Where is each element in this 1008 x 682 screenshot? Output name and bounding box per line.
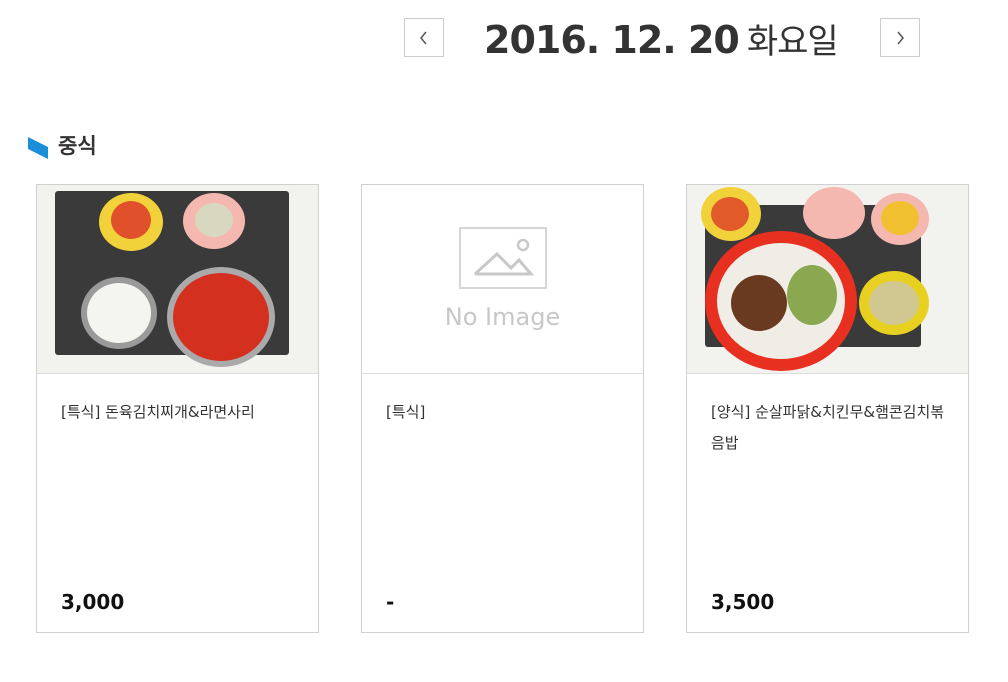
menu-price: 3,000 <box>61 590 125 614</box>
no-image-label: No Image <box>444 303 561 331</box>
chevron-right-icon <box>897 31 904 44</box>
menu-card[interactable]: No Image [특식] - <box>361 184 644 633</box>
menu-title: [양식] 순살파닭&치킨무&햄콘김치볶음밥 <box>711 403 945 452</box>
prev-day-button[interactable] <box>404 18 444 57</box>
date-display: 2016. 12. 20 화요일 <box>484 14 839 63</box>
section-marker-icon <box>28 137 48 159</box>
food-photo <box>37 185 318 374</box>
menu-title: [특식] 돈육김치찌개&라면사리 <box>61 403 255 421</box>
weekday-text: 화요일 <box>746 22 839 62</box>
menu-card[interactable]: [특식] 돈육김치찌개&라면사리 3,000 <box>36 184 319 633</box>
no-image-placeholder: No Image <box>362 185 643 374</box>
date-text: 2016. 12. 20 <box>484 18 740 62</box>
section-header: 중식 <box>28 130 97 160</box>
menu-price: 3,500 <box>711 590 775 614</box>
next-day-button[interactable] <box>880 18 920 57</box>
food-photo <box>687 185 968 374</box>
menu-card[interactable]: [양식] 순살파닭&치킨무&햄콘김치볶음밥 3,500 <box>686 184 969 633</box>
menu-title: [특식] <box>386 403 426 421</box>
chevron-left-icon <box>420 31 427 44</box>
section-title: 중식 <box>58 134 97 158</box>
menu-price: - <box>386 590 395 614</box>
image-placeholder-icon <box>458 227 547 289</box>
